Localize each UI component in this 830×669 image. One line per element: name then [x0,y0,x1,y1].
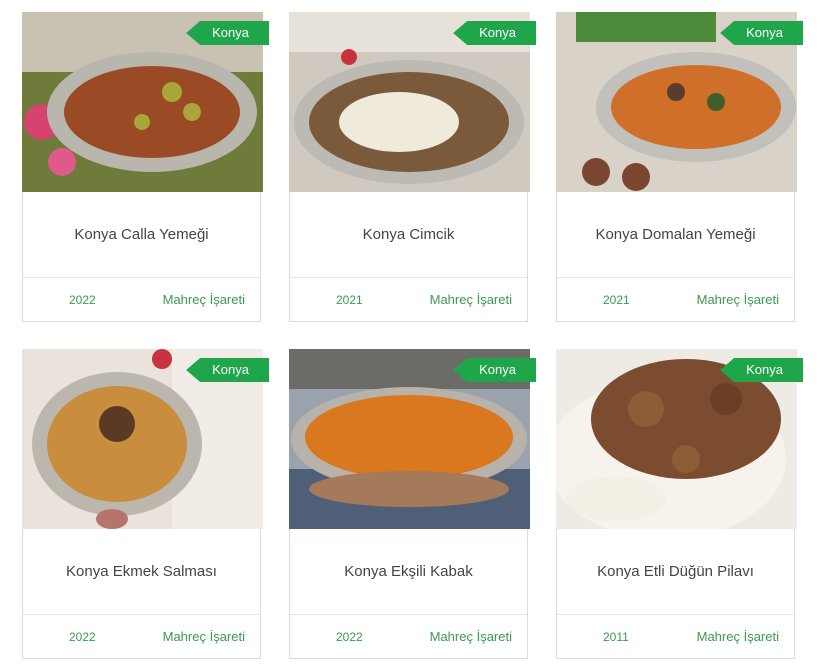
city-badge: Konya [720,21,803,45]
product-title[interactable]: Konya Ekmek Salması [23,529,260,615]
product-card[interactable]: Konya Konya Calla Yemeği 2022 Mahreç İşa… [22,12,269,322]
product-card[interactable]: Konya Konya Ekmek Salması 2022 Mahreç İş… [22,349,269,659]
certificate-link[interactable]: Mahreç İşareti [697,629,779,644]
registration-year: 2022 [69,630,96,644]
city-badge: Konya [186,21,269,45]
city-badge: Konya [186,358,269,382]
product-title[interactable]: Konya Etli Düğün Pilavı [557,529,794,615]
certificate-link[interactable]: Mahreç İşareti [430,292,512,307]
product-card[interactable]: Konya Konya Cimcik 2021 Mahreç İşareti [289,12,536,322]
product-grid: Konya Konya Calla Yemeği 2022 Mahreç İşa… [0,0,830,669]
city-badge: Konya [720,358,803,382]
certificate-link[interactable]: Mahreç İşareti [430,629,512,644]
product-title[interactable]: Konya Ekşili Kabak [290,529,527,615]
product-card[interactable]: Konya Konya Domalan Yemeği 2021 Mahreç İ… [556,12,803,322]
product-card[interactable]: Konya Konya Etli Düğün Pilavı 2011 Mahre… [556,349,803,659]
certificate-link[interactable]: Mahreç İşareti [697,292,779,307]
registration-year: 2021 [603,293,630,307]
product-title[interactable]: Konya Domalan Yemeği [557,192,794,278]
registration-year: 2011 [603,630,629,644]
certificate-link[interactable]: Mahreç İşareti [163,292,245,307]
product-title[interactable]: Konya Calla Yemeği [23,192,260,278]
product-card[interactable]: Konya Konya Ekşili Kabak 2022 Mahreç İşa… [289,349,536,659]
registration-year: 2021 [336,293,363,307]
certificate-link[interactable]: Mahreç İşareti [163,629,245,644]
registration-year: 2022 [336,630,363,644]
product-title[interactable]: Konya Cimcik [290,192,527,278]
registration-year: 2022 [69,293,96,307]
city-badge: Konya [453,358,536,382]
city-badge: Konya [453,21,536,45]
